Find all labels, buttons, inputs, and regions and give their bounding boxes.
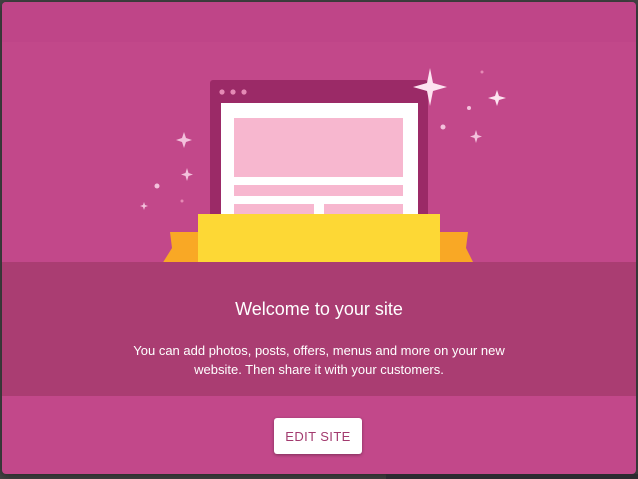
dialog-description: You can add photos, posts, offers, menus…: [133, 343, 505, 377]
sparkle-icon: [140, 202, 148, 210]
sparkle-icon: [470, 130, 482, 143]
background-panel-edge: [386, 474, 638, 479]
sparkle-dot: [154, 183, 160, 189]
ribbon-front: [198, 214, 440, 264]
sparkle-dot: [180, 199, 184, 203]
sparkle-icon: [488, 90, 506, 106]
edit-site-button[interactable]: EDIT SITE: [274, 418, 362, 454]
content-line: [234, 185, 403, 196]
browser-dot: [230, 89, 236, 95]
welcome-dialog: Welcome to your site You can add photos,…: [2, 2, 636, 474]
sparkle-icon: [181, 168, 193, 181]
website-ribbon-illustration: [140, 68, 506, 264]
content-hero-block: [234, 118, 403, 177]
ribbon-tail-left: [162, 232, 200, 264]
sparkle-dot: [480, 70, 484, 74]
browser-dot: [219, 89, 225, 95]
sparkle-dot: [440, 124, 446, 130]
dialog-title: Welcome to your site: [235, 299, 403, 319]
browser-dot: [241, 89, 247, 95]
sparkle-icon: [176, 132, 192, 148]
sparkle-dot: [467, 106, 471, 110]
ribbon-tail-right: [438, 232, 474, 264]
